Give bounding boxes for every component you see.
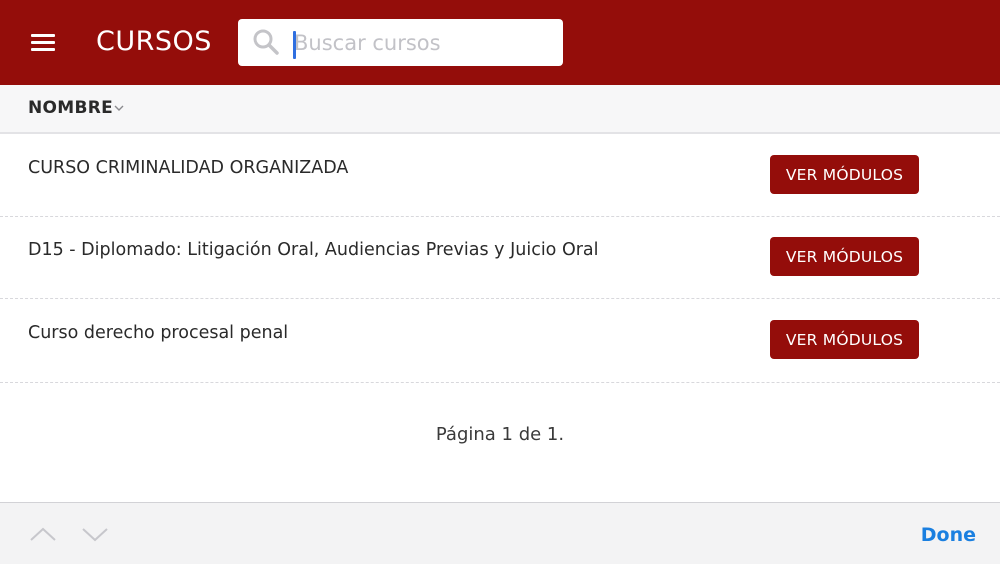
keyboard-toolbar: Done	[0, 502, 1000, 564]
page-title: CURSOS	[96, 26, 212, 57]
course-row: D15 - Diplomado: Litigación Oral, Audien…	[0, 216, 1000, 299]
course-title: D15 - Diplomado: Litigación Oral, Audien…	[28, 240, 599, 260]
hamburger-icon-line	[31, 34, 55, 37]
course-row: Curso derecho procesal penal VER MÓDULOS	[0, 299, 1000, 383]
app-header: CURSOS	[0, 0, 1000, 85]
search-input[interactable]	[290, 25, 554, 60]
course-title: Curso derecho procesal penal	[28, 323, 289, 343]
chevron-up-icon[interactable]	[28, 521, 58, 547]
text-cursor	[293, 31, 296, 59]
hamburger-menu-button[interactable]	[26, 26, 60, 58]
course-row: CURSO CRIMINALIDAD ORGANIZADA VER MÓDULO…	[0, 134, 1000, 217]
ver-modulos-button[interactable]: VER MÓDULOS	[770, 320, 919, 359]
course-title: CURSO CRIMINALIDAD ORGANIZADA	[28, 158, 349, 178]
hamburger-icon-line	[31, 41, 55, 44]
chevron-down-icon[interactable]	[80, 521, 110, 547]
hamburger-icon-line	[31, 48, 55, 51]
pagination-text: Página 1 de 1.	[435, 424, 565, 445]
sort-bar: NOMBRE	[0, 85, 1000, 134]
search-icon	[253, 29, 279, 55]
sort-by-name-button[interactable]: NOMBRE	[28, 97, 113, 119]
ver-modulos-button[interactable]: VER MÓDULOS	[770, 155, 919, 194]
search-box[interactable]	[238, 19, 563, 66]
ver-modulos-button[interactable]: VER MÓDULOS	[770, 237, 919, 276]
chevron-down-icon[interactable]	[112, 103, 126, 113]
done-button[interactable]: Done	[906, 520, 988, 550]
